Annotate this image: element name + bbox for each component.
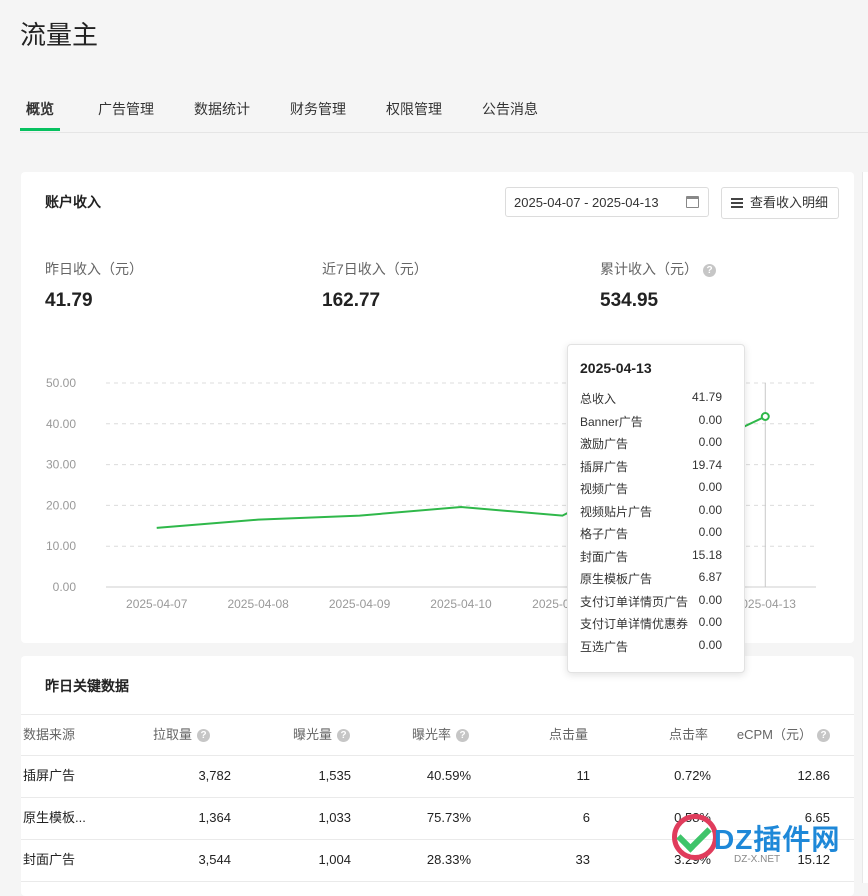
tooltip-row: 视频贴片广告 0.00 xyxy=(580,503,722,523)
y-tick-label: 40.00 xyxy=(46,417,76,431)
tooltip-row-label: 激励广告 xyxy=(580,437,629,451)
y-tick-label: 30.00 xyxy=(46,458,76,472)
tooltip-row-value: 0.00 xyxy=(698,592,722,607)
col-impressions-label: 曝光量 xyxy=(292,727,332,742)
col-ecpm-label: eCPM（元） xyxy=(736,727,812,742)
tooltip-row: 互选广告 0.00 xyxy=(580,638,722,658)
tooltip-row-value: 0.00 xyxy=(698,412,722,427)
cell-impressions: 1,004 xyxy=(318,852,351,867)
tab-data-statistics[interactable]: 数据统计 xyxy=(194,88,250,130)
tooltip-row: 封面广告 15.18 xyxy=(580,548,722,568)
col-impressions: 曝光量? xyxy=(293,715,350,755)
tooltip-row-value: 15.18 xyxy=(691,547,722,562)
tooltip-row-label: 插屏广告 xyxy=(580,459,629,474)
tooltip-row-label: 互选广告 xyxy=(580,639,629,654)
col-ecpm: eCPM（元）? xyxy=(737,715,830,755)
cell-impression-rate: 40.59% xyxy=(426,768,471,783)
tooltip-row-value: 6.87 xyxy=(698,570,722,584)
cell-impression-rate: 75.73% xyxy=(426,810,471,825)
tooltip-row-label: 视频贴片广告 xyxy=(580,504,653,519)
tooltip-row: 总收入 41.79 xyxy=(580,390,722,410)
cell-clicks: 6 xyxy=(582,810,590,825)
cell-pull: 3,782 xyxy=(198,768,231,783)
x-tick-label: 2025-04-10 xyxy=(430,597,492,611)
page-title: 流量主 xyxy=(20,20,99,50)
col-pull-label: 拉取量 xyxy=(152,727,192,742)
col-ctr: 点击率 xyxy=(668,727,708,742)
tooltip-row: 视频广告 0.00 xyxy=(580,480,722,500)
tooltip-row-label: 原生模板广告 xyxy=(580,572,653,586)
tooltip-row-label: 支付订单详情页广告 xyxy=(580,594,689,609)
x-tick-label: 2025-04-08 xyxy=(227,597,289,611)
tooltip-row-value: 41.79 xyxy=(691,390,722,404)
watermark-text: DZ插件网 xyxy=(714,824,841,855)
side-panel-edge xyxy=(862,172,868,883)
tooltip-row-value: 0.00 xyxy=(698,637,722,652)
cell-source: 插屏广告 xyxy=(23,768,76,783)
y-tick-label: 50.00 xyxy=(46,376,76,390)
tooltip-row: 格子广告 0.00 xyxy=(580,525,722,545)
tab-permissions[interactable]: 权限管理 xyxy=(386,88,442,130)
help-icon[interactable]: ? xyxy=(817,729,830,743)
tab-ad-management[interactable]: 广告管理 xyxy=(98,88,154,130)
tooltip-row-value: 0.00 xyxy=(698,615,722,629)
cell-clicks: 33 xyxy=(575,852,590,867)
help-icon[interactable]: ? xyxy=(456,729,469,743)
help-icon[interactable]: ? xyxy=(337,729,350,743)
tooltip-date: 2025-04-13 xyxy=(580,360,652,376)
tooltip-row: 激励广告 0.00 xyxy=(580,435,722,455)
cell-clicks: 11 xyxy=(576,768,591,783)
cell-pull: 1,364 xyxy=(198,810,231,825)
tooltip-row-value: 0.00 xyxy=(698,480,722,494)
x-tick-label: 2025-04-09 xyxy=(329,597,391,611)
cell-impressions: 1,033 xyxy=(318,810,351,825)
cell-ecpm: 12.86 xyxy=(797,768,830,783)
tooltip-row-label: 封面广告 xyxy=(580,549,629,564)
tab-announcements[interactable]: 公告消息 xyxy=(482,88,538,130)
tooltip-row-label: 总收入 xyxy=(580,392,617,406)
y-tick-label: 10.00 xyxy=(46,539,76,553)
cell-ctr: 0.72% xyxy=(674,768,711,783)
key-data-title: 昨日关键数据 xyxy=(45,678,129,694)
col-impression-rate-label: 曝光率 xyxy=(411,727,451,742)
cell-source: 封面广告 xyxy=(23,852,76,867)
y-tick-label: 20.00 xyxy=(46,498,76,512)
cell-impressions: 1,535 xyxy=(318,768,351,783)
cell-source: 原生模板... xyxy=(23,810,86,825)
col-clicks: 点击量 xyxy=(548,727,588,742)
tooltip-row: 原生模板广告 6.87 xyxy=(580,570,722,590)
tab-finance[interactable]: 财务管理 xyxy=(290,88,346,130)
dz-watermark: DZ插件网 DZ-X.NET xyxy=(664,806,864,876)
table-row: 插屏广告 3,782 1,535 40.59% 11 0.72% 12.86 xyxy=(21,755,854,798)
tooltip-row-label: 支付订单详情优惠券 xyxy=(580,617,689,631)
tooltip-row: Banner广告 0.00 xyxy=(580,413,722,433)
chart-tooltip: 2025-04-13 总收入 41.79 Banner广告 0.00 激励广告 0.00 插… xyxy=(567,344,745,673)
data-point xyxy=(760,411,770,421)
col-impression-rate: 曝光率? xyxy=(412,715,469,755)
help-icon[interactable]: ? xyxy=(197,729,210,743)
tooltip-row: 支付订单详情优惠券 0.00 xyxy=(580,615,722,635)
tooltip-row-label: 格子广告 xyxy=(580,527,629,541)
tooltip-row-value: 0.00 xyxy=(698,435,722,449)
top-area: 流量主 概览 广告管理 数据统计 财务管理 权限管理 公告消息 xyxy=(0,0,868,133)
tooltip-row-label: 视频广告 xyxy=(580,482,629,496)
x-tick-label: 2025-04-07 xyxy=(126,597,188,611)
tab-bar: 概览 广告管理 数据统计 财务管理 权限管理 公告消息 xyxy=(20,88,868,133)
watermark-sub: DZ-X.NET xyxy=(734,854,781,865)
tooltip-row-value: 0.00 xyxy=(698,502,722,517)
tooltip-row-label: Banner广告 xyxy=(580,414,643,429)
tooltip-row: 支付订单详情页广告 0.00 xyxy=(580,593,722,613)
tooltip-row-value: 0.00 xyxy=(698,525,722,539)
col-pull: 拉取量? xyxy=(153,715,210,755)
cell-impression-rate: 28.33% xyxy=(426,852,471,867)
table-header: 数据来源 拉取量? 曝光量? 曝光率? 点击量 点击率 eCPM（元）? xyxy=(21,714,854,756)
tab-overview[interactable]: 概览 xyxy=(20,88,60,131)
col-source: 数据来源 xyxy=(23,727,76,742)
cell-pull: 3,544 xyxy=(198,852,231,867)
tooltip-row-value: 19.74 xyxy=(691,457,722,472)
tooltip-row: 插屏广告 19.74 xyxy=(580,458,722,478)
y-tick-label: 0.00 xyxy=(53,580,77,594)
